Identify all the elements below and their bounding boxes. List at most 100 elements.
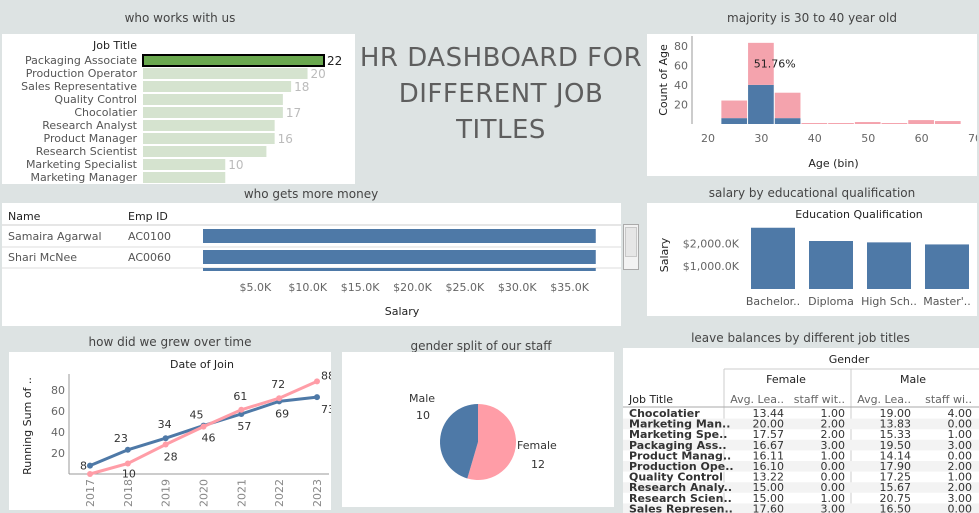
age-bar-pink[interactable] [908, 120, 934, 124]
salary-bar[interactable] [203, 229, 596, 243]
job-title-bar[interactable] [143, 159, 226, 170]
growth-point[interactable] [162, 441, 169, 448]
education-panel: Education Qualification $1,000.0K $2,000.0… [647, 203, 977, 316]
salary-x-label: Salary [385, 305, 420, 318]
job-title-bar[interactable] [143, 107, 283, 118]
education-y-tick: $2,000.0K [683, 237, 740, 250]
growth-label-pink: 10 [122, 467, 136, 480]
growth-point[interactable] [124, 460, 131, 467]
growth-y-tick: 80 [51, 384, 65, 397]
growth-point[interactable] [124, 446, 131, 453]
growth-chart: Date of Join 20 40 60 80 Running Sum of .. 201… [21, 358, 331, 507]
job-title-bar[interactable] [143, 68, 308, 79]
growth-y-tick: 60 [51, 405, 65, 418]
education-title: salary by educational qualification [708, 186, 916, 200]
growth-x-tick: 2019 [160, 479, 173, 507]
growth-panel: Date of Join 20 40 60 80 Running Sum of .. 201… [9, 352, 331, 510]
education-x-tick: Master'.. [923, 295, 971, 308]
age-bar-pink[interactable] [774, 92, 801, 119]
growth-x-tick: 2020 [198, 479, 211, 507]
salary-id-header: Emp ID [128, 210, 168, 223]
growth-point[interactable] [276, 395, 283, 402]
age-x-label: Age (bin) [808, 157, 858, 170]
job-title-bar[interactable] [143, 133, 275, 144]
growth-y-label: Running Sum of .. [21, 377, 34, 475]
job-title-bar[interactable] [143, 146, 267, 157]
salary-panel: Name Emp ID Samaira Agarwal AC0100 Shari McN… [2, 203, 621, 326]
leave-cell: 17.60 [753, 502, 785, 513]
education-chart: Education Qualification $1,000.0K $2,000.0… [658, 208, 971, 308]
education-bar[interactable] [925, 244, 969, 289]
job-title-label: Sales Representative [21, 80, 137, 93]
growth-label-blue: 46 [202, 432, 216, 445]
leave-col-header: staff wi.. [925, 393, 972, 406]
age-bar-pink[interactable] [721, 100, 748, 119]
dashboard-title: HR DASHBOARD FOR DIFFERENT JOB TITLES [359, 43, 643, 145]
growth-point[interactable] [200, 423, 207, 430]
education-bar[interactable] [867, 242, 911, 289]
age-annotation: 51.76% [754, 57, 796, 70]
leave-cell: 16.50 [880, 502, 912, 513]
pie-label-female: Female [517, 439, 557, 452]
growth-x-tick: 2018 [122, 479, 135, 507]
leave-group-male: Male [900, 373, 926, 386]
salary-x-tick: $25.0K [445, 281, 484, 294]
growth-y-tick: 40 [51, 426, 65, 439]
job-title-value: 22 [327, 54, 342, 68]
age-y-label: Count of Age [657, 44, 670, 116]
growth-label-pink: 88 [321, 369, 331, 382]
age-x-tick: 60 [915, 132, 929, 145]
leave-title: leave balances by different job titles [691, 331, 910, 345]
growth-point[interactable] [162, 435, 169, 442]
job-title-label: Product Manager [44, 132, 138, 145]
salary-row-id: AC0060 [128, 251, 171, 264]
growth-label-blue: 69 [275, 407, 289, 420]
job-title-bar[interactable] [143, 94, 283, 105]
salary-x-tick: $20.0K [393, 281, 432, 294]
age-bar-blue[interactable] [748, 84, 774, 124]
growth-chart-title: Date of Join [170, 358, 234, 371]
job-title-label: Packaging Associate [25, 54, 137, 67]
salary-bar[interactable] [203, 250, 596, 264]
age-bar-pink[interactable] [828, 123, 854, 124]
education-chart-title: Education Qualification [795, 208, 923, 221]
money-title: who gets more money [243, 187, 379, 201]
growth-title: how did we grew over time [88, 335, 252, 349]
growth-point[interactable] [87, 462, 93, 469]
leave-group-female: Female [766, 373, 806, 386]
age-y-tick: 60 [674, 59, 688, 72]
job-title-bar[interactable] [143, 81, 292, 92]
job-title-bar[interactable] [142, 54, 325, 67]
salary-x-tick: $30.0K [498, 281, 537, 294]
growth-point[interactable] [238, 406, 245, 413]
age-title: majority is 30 to 40 year old [727, 11, 897, 25]
growth-point[interactable] [87, 471, 93, 477]
job-title-bar[interactable] [143, 172, 226, 183]
salary-row-id: AC0100 [128, 230, 171, 243]
age-bar-pink[interactable] [881, 123, 908, 124]
age-x-tick: 20 [701, 132, 715, 145]
leave-col-header: Avg. Lea.. [857, 393, 911, 406]
age-bar-pink[interactable] [801, 123, 828, 124]
education-bar[interactable] [809, 241, 853, 289]
age-bar-pink[interactable] [934, 121, 961, 124]
age-bar-blue[interactable] [774, 118, 801, 124]
leave-cell: 3.00 [821, 502, 846, 513]
salary-bar-partial[interactable] [203, 268, 596, 271]
growth-point[interactable] [314, 378, 320, 385]
growth-point[interactable] [314, 394, 320, 401]
age-y-tick: 40 [674, 79, 688, 92]
education-x-tick: Diploma [808, 295, 854, 308]
job-title-bar[interactable] [143, 120, 275, 131]
education-bar[interactable] [751, 227, 795, 289]
job-title-label: Marketing Manager [30, 171, 137, 184]
age-bar-pink[interactable] [854, 122, 881, 124]
education-y-label: Salary [658, 237, 671, 272]
age-bar-blue[interactable] [721, 118, 748, 124]
job-title-label: Marketing Specialist [26, 158, 138, 171]
leave-row-header: Job Title [628, 393, 673, 406]
salary-scrollbar-track[interactable] [623, 224, 639, 270]
age-x-tick: 30 [754, 132, 768, 145]
salary-row-name: Samaira Agarwal [8, 230, 102, 243]
salary-scrollbar-thumb[interactable] [625, 227, 637, 257]
